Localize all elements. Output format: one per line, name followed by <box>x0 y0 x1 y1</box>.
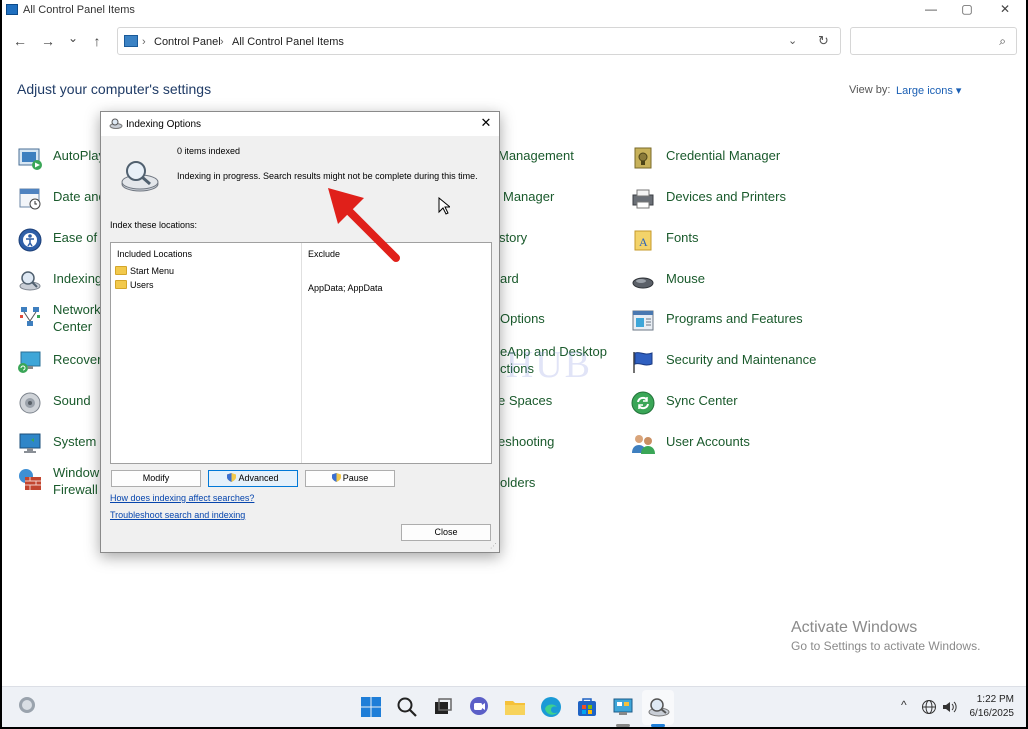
calendar-clock-icon <box>19 188 41 210</box>
items-indexed-count: 0 items indexed <box>177 146 241 156</box>
view-by-dropdown[interactable]: Large icons ▾ <box>896 84 961 97</box>
task-view-icon[interactable] <box>431 695 455 719</box>
programs-icon <box>632 310 654 331</box>
advanced-button[interactable]: Advanced <box>208 470 298 487</box>
activate-windows-title: Activate Windows <box>791 619 918 636</box>
network-globe-icon[interactable] <box>921 699 937 715</box>
control-panel-icon <box>6 4 18 15</box>
address-dropdown-icon[interactable]: ⌄ <box>788 34 797 47</box>
advanced-button-label: Advanced <box>238 473 279 483</box>
resize-grip[interactable]: ⋰ <box>490 542 497 550</box>
maximize-button[interactable]: ▢ <box>957 2 977 18</box>
indexing-icon <box>109 118 123 129</box>
mouse-cursor-icon <box>438 197 450 215</box>
back-button[interactable]: ← <box>11 33 29 49</box>
mouse-icon <box>632 277 654 289</box>
folder-icon <box>115 280 127 289</box>
file-explorer-icon[interactable] <box>503 695 527 719</box>
indexing-options-dialog: Indexing Options ✕ 0 items indexed Index… <box>100 111 500 553</box>
up-button[interactable]: ↑ <box>88 33 106 49</box>
users-icon <box>632 435 655 454</box>
indexing-icon <box>19 271 41 291</box>
volume-icon[interactable] <box>941 699 957 715</box>
close-button[interactable]: ✕ <box>995 2 1015 18</box>
flag-icon <box>633 352 653 373</box>
dialog-title: Indexing Options <box>126 119 202 130</box>
breadcrumb-separator: › <box>142 36 146 48</box>
dialog-title-bar: Indexing Options ✕ <box>101 112 499 136</box>
control-panel-window: All Control Panel Items — ▢ ✕ ← → ⌄ ↑ › … <box>2 0 1026 727</box>
chat-icon[interactable] <box>467 695 491 719</box>
breadcrumb-control-panel[interactable]: Control Panel <box>154 36 221 48</box>
close-dialog-button[interactable]: Close <box>401 524 491 541</box>
folder-icon <box>115 266 127 275</box>
title-bar: All Control Panel Items — ▢ ✕ <box>2 0 1026 20</box>
credential-vault-icon <box>634 147 652 169</box>
show-hidden-icons-button[interactable]: ^ <box>901 698 907 712</box>
index-locations-label: Index these locations: <box>110 220 198 230</box>
troubleshoot-indexing-link[interactable]: Troubleshoot search and indexing <box>110 510 245 520</box>
search-input[interactable]: ⌕ <box>850 27 1017 55</box>
modify-button[interactable]: Modify <box>111 470 201 487</box>
locations-table[interactable]: Included Locations Exclude Start Menu Us… <box>110 242 492 464</box>
speaker-icon <box>19 392 41 414</box>
clock-date: 6/16/2025 <box>969 708 1015 719</box>
red-arrow-annotation <box>328 188 400 262</box>
recent-locations-button[interactable]: ⌄ <box>64 31 82 45</box>
computer-icon <box>19 433 41 453</box>
view-by-label: View by: <box>849 84 891 96</box>
page-title: Adjust your computer's settings <box>17 81 212 97</box>
network-icon <box>20 307 40 326</box>
fonts-folder-icon: A <box>634 230 652 251</box>
control-panel-taskbar-icon[interactable] <box>611 695 635 719</box>
system-clock[interactable]: 1:22 PM 6/16/2025 <box>970 693 1015 721</box>
pause-button[interactable]: Pause <box>305 470 395 487</box>
weather-widget-icon[interactable] <box>16 694 38 716</box>
taskbar: ^ 1:22 PM 6/16/2025 <box>2 686 1026 727</box>
search-icon[interactable] <box>395 695 419 719</box>
window-title: All Control Panel Items <box>23 4 135 16</box>
autoplay-icon <box>18 148 42 170</box>
dialog-close-icon[interactable]: ✕ <box>478 115 494 131</box>
uac-shield-icon <box>227 473 237 482</box>
included-locations-column <box>111 243 302 463</box>
printer-icon <box>632 189 654 209</box>
forward-button[interactable]: → <box>39 33 57 49</box>
address-bar[interactable]: › Control Panel › All Control Panel Item… <box>117 27 841 55</box>
activate-windows-subtitle: Go to Settings to activate Windows. <box>791 639 981 653</box>
breadcrumb-separator: › <box>220 36 224 48</box>
indexing-options-taskbar-icon[interactable] <box>647 695 671 719</box>
clock-time: 1:22 PM <box>976 694 1014 705</box>
search-icon: ⌕ <box>999 34 1006 48</box>
uac-shield-icon <box>331 473 341 482</box>
edge-browser-icon[interactable] <box>539 695 563 719</box>
users-exclude-value: AppData; AppData <box>308 283 383 293</box>
active-app-indicator <box>651 724 665 727</box>
running-app-indicator <box>616 724 630 727</box>
svg-text:A: A <box>639 235 648 249</box>
how-indexing-affects-link[interactable]: How does indexing affect searches? <box>110 493 254 503</box>
refresh-icon[interactable]: ↻ <box>818 33 829 49</box>
start-button-icon[interactable] <box>359 695 383 719</box>
sync-icon <box>631 391 655 415</box>
pause-button-label: Pause <box>342 473 369 483</box>
minimize-button[interactable]: — <box>921 2 941 18</box>
ease-of-access-icon <box>18 228 42 252</box>
store-icon[interactable] <box>575 695 599 719</box>
breadcrumb-all-items[interactable]: All Control Panel Items <box>232 36 344 48</box>
included-locations-header: Included Locations <box>117 249 193 259</box>
control-panel-icon <box>124 35 138 47</box>
firewall-icon <box>19 469 41 490</box>
indexing-large-icon <box>121 161 159 192</box>
recovery-icon <box>18 351 41 373</box>
